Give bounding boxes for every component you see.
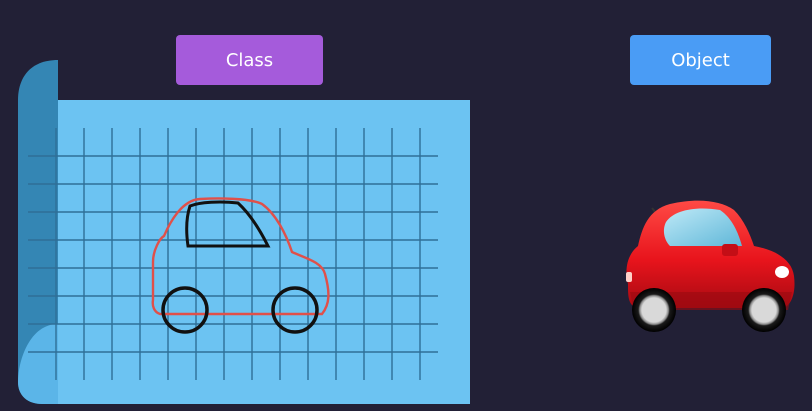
car-rear-light: [626, 272, 632, 282]
car-rear-wheel: [742, 288, 786, 332]
car-headlight: [775, 266, 789, 278]
object-label: Object: [630, 35, 771, 85]
red-car-icon: [626, 200, 795, 332]
blueprint-sheet: [58, 100, 470, 404]
blueprint-paper-icon: [18, 60, 470, 404]
car-mirror: [722, 244, 738, 256]
car-front-wheel: [632, 288, 676, 332]
